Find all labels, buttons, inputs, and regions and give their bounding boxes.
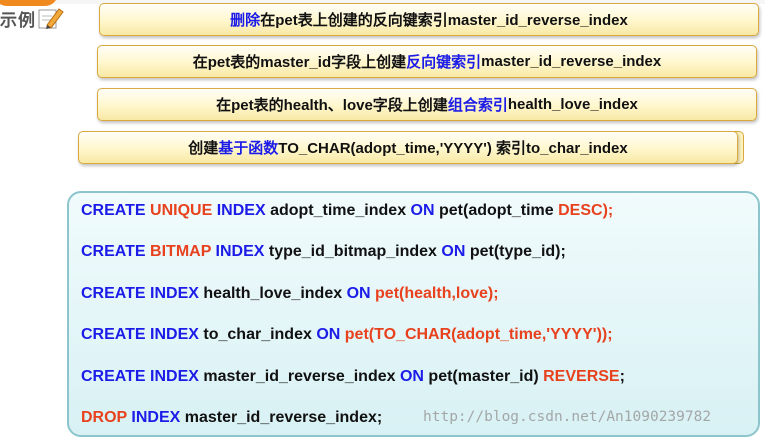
code-keyword: UNIQUE (150, 202, 217, 219)
statement-text: 在pet表的health、love字段上创建 (216, 97, 448, 114)
statement-function-index: 创建 基于函数 TO_CHAR(adopt_time,'YYYY') 索引to_ch… (78, 131, 738, 164)
code-text: master_id_reverse_index; (184, 409, 383, 426)
code-keyword: CREATE INDEX (81, 368, 204, 385)
statement-reverse-index: 在pet表的master_id字段上创建 反向键索引 master_id_rever… (97, 45, 757, 78)
statement-text: 在pet表的master_id字段上创建 (192, 54, 407, 71)
code-line: DROP INDEX master_id_reverse_index; (81, 409, 382, 427)
section-label: 示例 (0, 11, 36, 30)
code-text: pet(master_id) (428, 368, 544, 385)
statement-text: master_id_reverse_index (481, 53, 662, 70)
code-keyword: INDEX (215, 243, 269, 260)
code-keyword: CREATE (81, 243, 151, 260)
code-panel: CREATE UNIQUE INDEX adopt_time_index ON … (67, 191, 760, 437)
statement-keyword: 基于函数 (218, 140, 279, 157)
code-keyword: CREATE (81, 202, 151, 219)
statement-keyword: 反向键索引 (406, 54, 482, 71)
code-line: CREATE BITMAP INDEX type_id_bitmap_index… (81, 243, 566, 261)
code-text: pet(type_id); (469, 243, 566, 260)
statement-keyword: 删除 (230, 12, 261, 29)
code-keyword: CREATE INDEX (81, 285, 204, 302)
code-keyword: ON (441, 243, 470, 260)
code-keyword: ON (399, 368, 429, 385)
watermark: http://blog.csdn.net/An1090239782 (423, 409, 712, 425)
statement-text: TO_CHAR(adopt_time,'YYYY') 索引to_char_ind… (278, 140, 628, 157)
code-line: CREATE INDEX health_love_index ON pet(he… (81, 285, 499, 303)
code-line: CREATE INDEX to_char_index ON pet(TO_CHA… (81, 326, 613, 344)
statement-keyword: 组合索引 (447, 97, 508, 114)
code-keyword: REVERSE (543, 368, 620, 385)
code-keyword: INDEX (131, 409, 185, 426)
statement-text: health_love_index (507, 96, 638, 113)
code-line: CREATE INDEX master_id_reverse_index ON … (81, 368, 625, 386)
code-text: ; (619, 368, 625, 385)
code-text: to_char_index (203, 326, 317, 343)
statement-composite-index: 在pet表的health、love字段上创建 组合索引 health_love_in… (97, 88, 757, 121)
statement-drop-index: 删除 在pet表上创建的反向键索引master_id_reverse_index (99, 3, 759, 36)
code-keyword: CREATE INDEX (81, 326, 204, 343)
code-keyword: DESC); (558, 202, 614, 219)
code-keyword: BITMAP (150, 243, 216, 260)
code-keyword: ON (316, 326, 345, 343)
code-text: adopt_time_index (270, 202, 411, 219)
code-keyword: pet(TO_CHAR(adopt_time,'YYYY')); (344, 326, 613, 343)
statement-text: 创建 (188, 140, 219, 157)
pencil-icon (38, 8, 64, 29)
code-keyword: DROP (81, 409, 132, 426)
statement-text: 在pet表上创建的反向键索引master_id_reverse_index (260, 12, 628, 29)
code-keyword: ON (346, 285, 376, 302)
code-keyword: ON (410, 202, 439, 219)
code-keyword: pet(health,love); (375, 285, 499, 302)
code-text: health_love_index (203, 285, 347, 302)
code-text: pet(adopt_time (439, 202, 559, 219)
code-line: CREATE UNIQUE INDEX adopt_time_index ON … (81, 202, 613, 220)
code-text: master_id_reverse_index (203, 368, 400, 385)
section-badge: 示例 (0, 0, 66, 32)
code-keyword: INDEX (216, 202, 271, 219)
code-text: type_id_bitmap_index (268, 243, 442, 260)
